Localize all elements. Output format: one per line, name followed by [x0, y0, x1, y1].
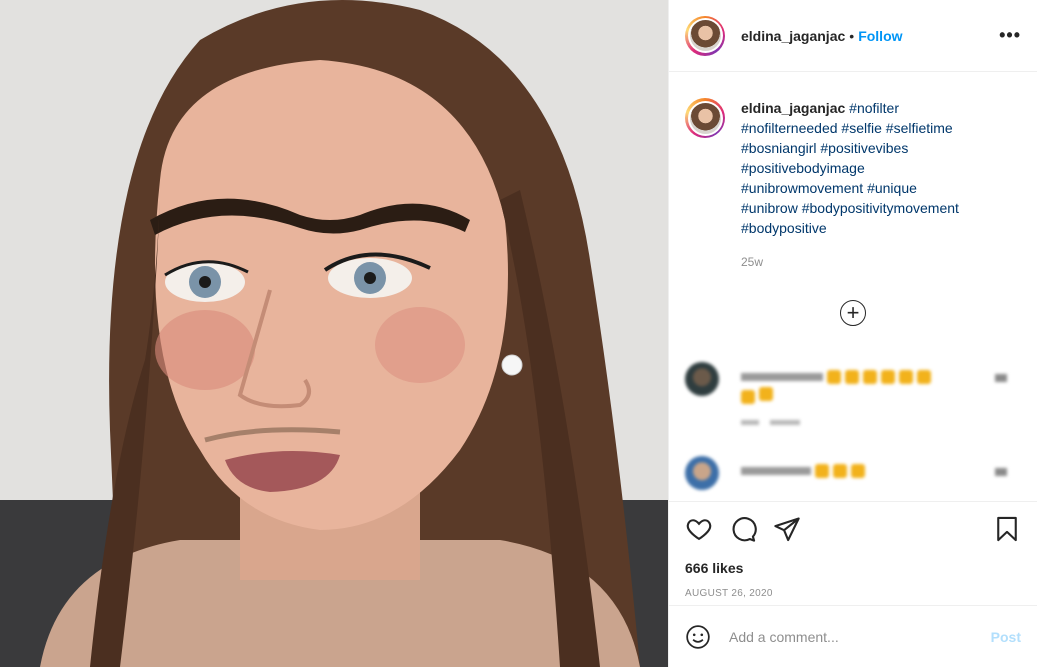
post-sidebar: eldina_jaganjac • Follow ••• eldina_jaga… [668, 0, 1037, 667]
more-options-icon[interactable]: ••• [999, 25, 1021, 46]
username-link[interactable]: eldina_jaganjac [741, 28, 845, 44]
hashtag[interactable]: #bosniangirl [741, 140, 817, 156]
follow-button[interactable]: Follow [858, 28, 902, 44]
comment-item [669, 362, 1037, 428]
comment-input[interactable] [727, 627, 991, 646]
save-bookmark-icon[interactable] [993, 515, 1021, 543]
separator-dot: • [849, 27, 855, 44]
instagram-post: eldina_jaganjac • Follow ••• eldina_jaga… [0, 0, 1037, 667]
hashtag[interactable]: #nofilter [849, 100, 899, 116]
selfie-image [0, 0, 668, 667]
post-actions: 666 likes AUGUST 26, 2020 [669, 501, 1037, 599]
avatar-frame [687, 18, 723, 53]
comment-item [669, 456, 1037, 490]
post-date[interactable]: AUGUST 26, 2020 [685, 588, 1021, 599]
avatar-frame [687, 100, 723, 136]
emoji-smiley-icon[interactable] [685, 624, 711, 650]
comment-bubble-icon[interactable] [729, 515, 757, 543]
hashtag[interactable]: #positivebodyimage [741, 160, 865, 176]
hashtag[interactable]: #selfie [841, 120, 881, 136]
hashtag[interactable]: #positivevibes [820, 140, 908, 156]
hashtag[interactable]: #nofilterneeded [741, 120, 838, 136]
comment-like-icon[interactable] [995, 374, 1007, 385]
post-header: eldina_jaganjac • Follow ••• [669, 0, 1037, 72]
share-direct-icon[interactable] [773, 515, 801, 543]
post-photo[interactable] [0, 0, 668, 667]
action-icons [685, 514, 1021, 544]
avatar-image [689, 102, 721, 134]
comment-text-redacted [741, 368, 935, 428]
profile-avatar[interactable] [685, 15, 725, 56]
caption-username[interactable]: eldina_jaganjac [741, 100, 845, 116]
commenter-avatar[interactable] [685, 456, 719, 490]
load-more-comments-icon[interactable]: + [840, 300, 866, 326]
comment-meta-redacted [741, 416, 935, 428]
like-heart-icon[interactable] [685, 515, 713, 543]
hashtag[interactable]: #unibrow [741, 200, 798, 216]
caption-body: eldina_jaganjac #nofilter #nofilterneede… [741, 98, 1011, 272]
hashtag[interactable]: #selfietime [886, 120, 953, 136]
hashtag[interactable]: #bodypositivitymovement [802, 200, 959, 216]
caption-avatar[interactable] [685, 98, 725, 138]
likes-count[interactable]: 666 likes [685, 560, 1021, 576]
caption: eldina_jaganjac #nofilter #nofilterneede… [669, 72, 1037, 272]
comment-text-redacted [741, 462, 869, 490]
hashtag[interactable]: #unibrowmovement [741, 180, 863, 196]
post-age[interactable]: 25w [741, 252, 1011, 272]
hashtag[interactable]: #unique [867, 180, 917, 196]
hashtag[interactable]: #bodypositive [741, 220, 827, 236]
post-comment-button[interactable]: Post [991, 629, 1021, 645]
avatar-image [689, 20, 721, 51]
add-comment-bar: Post [669, 605, 1037, 667]
comment-like-icon[interactable] [995, 468, 1007, 479]
commenter-avatar[interactable] [685, 362, 719, 396]
